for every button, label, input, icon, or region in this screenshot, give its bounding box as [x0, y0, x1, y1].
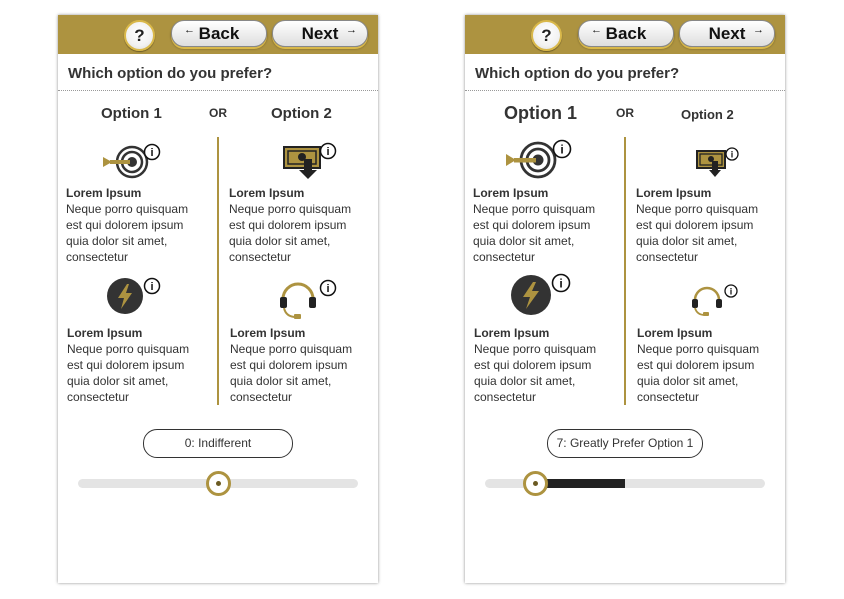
item-title: Lorem Ipsum: [636, 186, 712, 200]
back-button[interactable]: ← Back: [171, 20, 267, 47]
question-title: Which option do you prefer?: [68, 65, 273, 82]
slider-value-label: 7: Greatly Prefer Option 1: [547, 429, 703, 458]
option2-title: Option 2: [681, 107, 734, 122]
or-label: OR: [209, 106, 227, 120]
item-description: Neque porro quisquam est qui dolorem ips…: [474, 342, 597, 404]
question-divider: [58, 90, 378, 91]
preference-slider[interactable]: [78, 471, 358, 496]
item-title: Lorem Ipsum: [229, 186, 305, 200]
item-description: Neque porro quisquam est qui dolorem ips…: [636, 202, 759, 264]
options-divider: [217, 137, 219, 405]
info-glyph[interactable]: i: [559, 277, 562, 291]
or-label: OR: [616, 106, 634, 120]
info-glyph[interactable]: i: [326, 283, 329, 295]
info-glyph[interactable]: i: [326, 146, 329, 158]
next-button[interactable]: Next →: [679, 20, 775, 47]
help-button[interactable]: ?: [531, 20, 562, 51]
info-glyph[interactable]: i: [560, 143, 563, 157]
back-label: Back: [198, 24, 240, 43]
survey-screen-indifferent: ? ← Back Next → Which option do you pref…: [58, 15, 378, 583]
target-arrow-icon: i: [102, 143, 164, 181]
headset-icon: i: [278, 277, 338, 319]
back-button[interactable]: ← Back: [578, 20, 674, 47]
preference-slider[interactable]: [485, 471, 765, 496]
info-glyph[interactable]: i: [150, 147, 153, 159]
header-bar: ? ← Back Next →: [58, 15, 378, 54]
money-download-icon: i: [695, 147, 741, 179]
item-description: Neque porro quisquam est qui dolorem ips…: [230, 342, 353, 404]
info-glyph[interactable]: i: [731, 150, 734, 160]
item-title: Lorem Ipsum: [473, 186, 549, 200]
headset-icon: i: [691, 283, 739, 317]
arrow-right-icon: →: [753, 24, 764, 36]
next-button[interactable]: Next →: [272, 20, 368, 47]
lightning-icon: i: [509, 271, 573, 317]
info-glyph[interactable]: i: [150, 281, 153, 293]
slider-fill: [535, 479, 625, 488]
item-description: Neque porro quisquam est qui dolorem ips…: [637, 342, 760, 404]
item-title: Lorem Ipsum: [637, 326, 713, 340]
header-bar: ? ← Back Next →: [465, 15, 785, 54]
slider-thumb[interactable]: [205, 471, 231, 496]
money-download-icon: i: [282, 141, 338, 181]
arrow-right-icon: →: [346, 24, 357, 36]
question-title: Which option do you prefer?: [475, 65, 680, 82]
item-description: Neque porro quisquam est qui dolorem ips…: [473, 202, 596, 264]
option1-title: Option 1: [101, 105, 162, 122]
option2-title: Option 2: [271, 105, 332, 122]
lightning-icon: i: [105, 275, 163, 317]
survey-screen-prefer-option1: ? ← Back Next → Which option do you pref…: [465, 15, 785, 583]
item-description: Neque porro quisquam est qui dolorem ips…: [66, 202, 189, 264]
slider-thumb[interactable]: [522, 471, 548, 496]
help-button[interactable]: ?: [124, 20, 155, 51]
back-label: Back: [605, 24, 647, 43]
question-divider: [465, 90, 785, 91]
options-divider: [624, 137, 626, 405]
item-title: Lorem Ipsum: [67, 326, 143, 340]
item-description: Neque porro quisquam est qui dolorem ips…: [229, 202, 352, 264]
item-title: Lorem Ipsum: [474, 326, 550, 340]
item-title: Lorem Ipsum: [66, 186, 142, 200]
option1-title: Option 1: [504, 103, 577, 123]
info-glyph[interactable]: i: [730, 287, 733, 297]
target-arrow-icon: i: [505, 139, 573, 181]
slider-value-label: 0: Indifferent: [143, 429, 293, 458]
item-description: Neque porro quisquam est qui dolorem ips…: [67, 342, 190, 404]
item-title: Lorem Ipsum: [230, 326, 306, 340]
